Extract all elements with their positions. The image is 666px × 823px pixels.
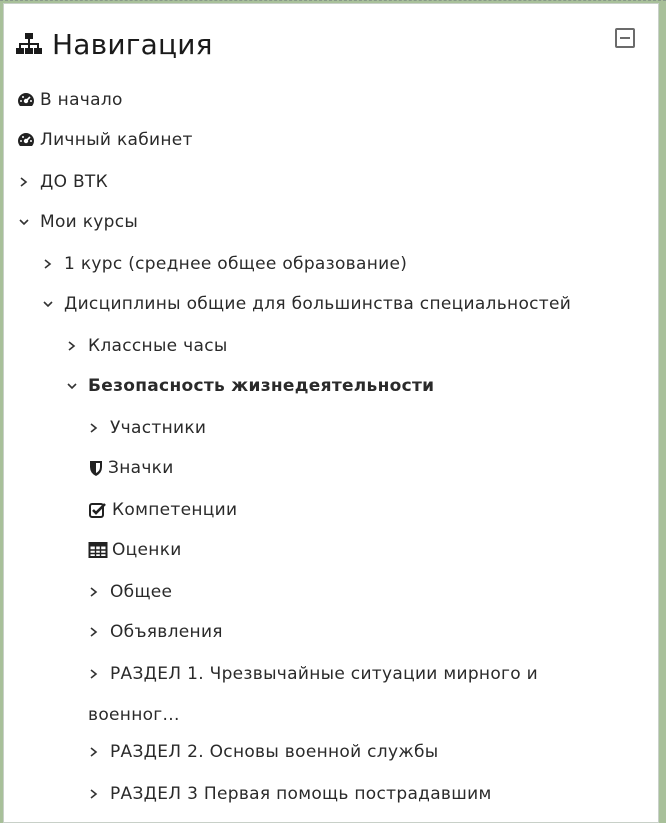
chevron-right-icon	[90, 627, 98, 637]
chevron-right-icon	[44, 259, 52, 269]
chevron-down-icon	[67, 383, 77, 390]
nav-item-label: Безопасность жизнедеятельности	[88, 376, 435, 396]
nav-item-current-course[interactable]: Безопасность жизнедеятельности	[66, 376, 434, 396]
nav-item-announcements[interactable]: Объявления	[88, 622, 223, 642]
nav-item-dashboard[interactable]: Личный кабинет	[16, 130, 193, 150]
nav-item-badges[interactable]: Значки	[88, 458, 174, 478]
chevron-right-icon	[90, 423, 98, 433]
nav-item-do-vtk[interactable]: ДО ВТК	[18, 172, 108, 192]
nav-item-label: Классные часы	[88, 336, 228, 356]
nav-item-label: 1 курс (среднее общее образование)	[64, 254, 408, 274]
nav-item-label: Личный кабинет	[40, 130, 193, 150]
nav-item-section-1-continued[interactable]: военног...	[88, 705, 180, 725]
nav-item-label: В начало	[40, 90, 123, 110]
nav-item-label: РАЗДЕЛ 3 Первая помощь пострадавшим	[110, 784, 492, 804]
nav-item-label: Участники	[110, 418, 207, 438]
collapse-block-button[interactable]	[615, 28, 635, 48]
chevron-right-icon	[90, 587, 98, 597]
nav-item-class-hours[interactable]: Классные часы	[66, 336, 228, 356]
chevron-right-icon	[68, 341, 76, 351]
nav-item-label: РАЗДЕЛ 1. Чрезвычайные ситуации мирного …	[110, 664, 539, 684]
nav-item-label: Мои курсы	[40, 212, 139, 232]
block-header: Навигация	[16, 24, 213, 64]
block-title: Навигация	[52, 27, 213, 61]
nav-item-section-1[interactable]: РАЗДЕЛ 1. Чрезвычайные ситуации мирного …	[88, 664, 538, 684]
nav-item-section-3[interactable]: РАЗДЕЛ 3 Первая помощь пострадавшим	[88, 784, 492, 804]
nav-item-my-courses[interactable]: Мои курсы	[18, 212, 138, 232]
nav-item-label: Компетенции	[112, 500, 238, 520]
dashboard-icon	[18, 133, 34, 146]
nav-item-label: ДО ВТК	[40, 172, 108, 192]
sitemap-icon	[16, 33, 42, 54]
nav-item-label: Объявления	[110, 622, 223, 642]
chevron-right-icon	[90, 747, 98, 757]
dashboard-icon	[18, 93, 34, 106]
nav-item-label: Оценки	[112, 540, 182, 560]
nav-item-label: РАЗДЕЛ 2. Основы военной службы	[110, 742, 439, 762]
nav-item-section-2[interactable]: РАЗДЕЛ 2. Основы военной службы	[88, 742, 438, 762]
navigation-block: Навигация В начало Личный кабинет ДО ВТК…	[3, 3, 659, 823]
nav-item-course-1[interactable]: 1 курс (среднее общее образование)	[42, 254, 407, 274]
chevron-right-icon	[90, 669, 98, 679]
chevron-down-icon	[19, 219, 29, 226]
chevron-right-icon	[90, 789, 98, 799]
nav-item-label: Значки	[108, 458, 174, 478]
table-icon	[88, 542, 108, 558]
nav-item-general[interactable]: Общее	[88, 582, 172, 602]
nav-item-label: Общее	[110, 582, 173, 602]
shield-icon	[90, 461, 102, 476]
nav-item-label: Дисциплины общие для большинства специал…	[64, 294, 572, 314]
chevron-right-icon	[20, 177, 28, 187]
chevron-down-icon	[43, 301, 53, 308]
nav-item-competencies[interactable]: Компетенции	[88, 500, 237, 520]
check-square-icon	[89, 503, 106, 518]
nav-item-home[interactable]: В начало	[16, 90, 123, 110]
nav-item-disciplines[interactable]: Дисциплины общие для большинства специал…	[42, 294, 571, 314]
nav-item-grades[interactable]: Оценки	[88, 540, 182, 560]
nav-item-participants[interactable]: Участники	[88, 418, 206, 438]
